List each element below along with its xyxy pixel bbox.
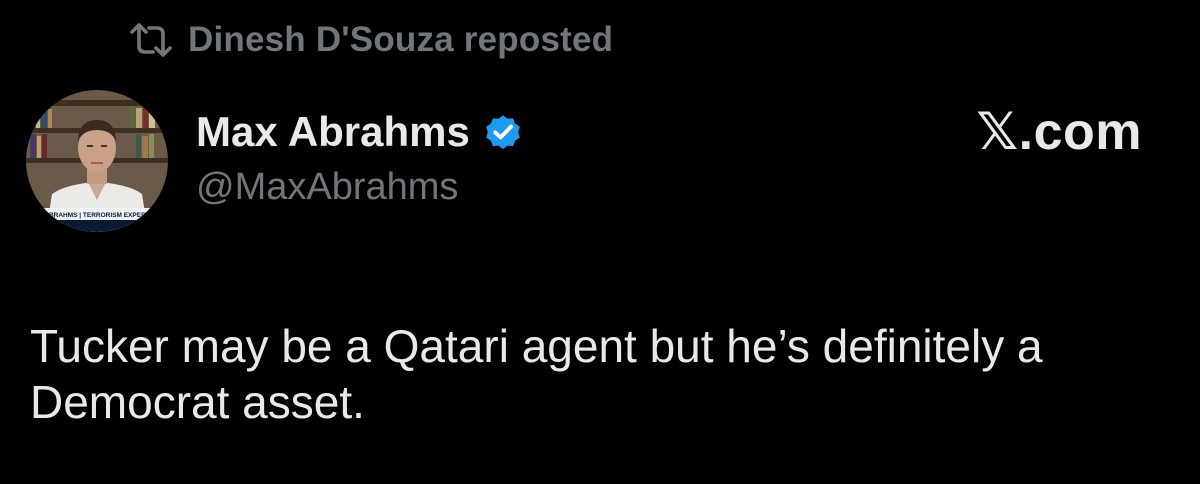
author-handle[interactable]: @MaxAbrahms xyxy=(196,166,458,209)
repost-icon xyxy=(128,23,174,57)
post-text: Tucker may be a Qatari agent but he’s de… xyxy=(30,320,1043,428)
avatar[interactable]: ABRAHMS | TERRORISM EXPERT xyxy=(26,90,168,232)
author-name-row[interactable]: Max Abrahms xyxy=(196,104,524,160)
x-watermark: 𝕏.com xyxy=(976,103,1142,161)
repost-label[interactable]: Dinesh D'Souza reposted xyxy=(188,20,613,60)
author-display-name[interactable]: Max Abrahms xyxy=(196,108,470,156)
avatar-caption: ABRAHMS | TERRORISM EXPERT xyxy=(44,212,149,219)
verified-badge-icon xyxy=(482,111,524,153)
repost-context[interactable]: Dinesh D'Souza reposted xyxy=(128,18,613,62)
